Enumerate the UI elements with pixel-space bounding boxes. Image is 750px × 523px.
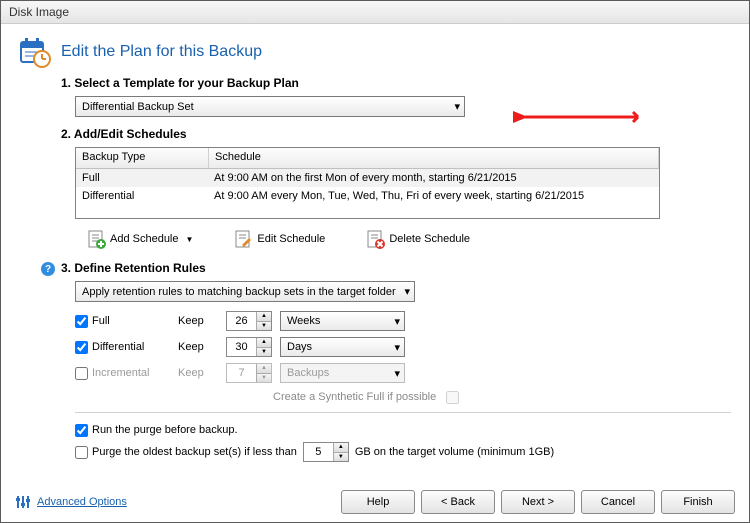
run-purge-checkbox[interactable]: Run the purge before backup. <box>75 424 238 437</box>
full-unit-dropdown[interactable]: Weeks▾ <box>280 311 405 331</box>
finish-button[interactable]: Finish <box>661 490 735 514</box>
divider <box>75 412 731 413</box>
keep-label: Keep <box>178 315 218 327</box>
full-value-spinner[interactable]: 26▲▼ <box>226 311 272 331</box>
titlebar: Disk Image <box>1 1 749 24</box>
dialog-window: Disk Image Edit the Plan for this Backup… <box>0 0 750 523</box>
retention-row-full: Full Keep 26▲▼ Weeks▾ <box>75 308 731 334</box>
schedule-edit-icon <box>233 229 253 249</box>
synthetic-full-row: Create a Synthetic Full if possible <box>273 386 731 408</box>
chevron-down-icon: ▾ <box>394 315 400 328</box>
content-area: Edit the Plan for this Backup 1. Select … <box>1 24 749 471</box>
chevron-down-icon: ▾ <box>454 100 460 113</box>
schedule-buttons: Add Schedule ▼ Edit Schedule Delete Sche… <box>61 229 731 249</box>
chevron-down-icon: ▾ <box>394 367 400 380</box>
retention-rule-value: Apply retention rules to matching backup… <box>82 286 396 298</box>
purge-oldest-checkbox[interactable]: Purge the oldest backup set(s) if less t… <box>75 446 297 459</box>
retention-grid: Full Keep 26▲▼ Weeks▾ Differential Keep … <box>75 308 731 408</box>
table-row[interactable]: Full At 9:00 AM on the first Mon of ever… <box>76 169 659 187</box>
window-title: Disk Image <box>9 5 69 19</box>
page-title: Edit the Plan for this Backup <box>61 43 262 61</box>
incremental-checkbox[interactable]: Incremental <box>75 367 170 380</box>
template-dropdown[interactable]: Differential Backup Set ▾ <box>75 96 465 117</box>
sliders-icon <box>15 494 31 510</box>
keep-label: Keep <box>178 341 218 353</box>
spin-down-icon: ▼ <box>257 374 271 383</box>
table-header: Backup Type Schedule <box>76 148 659 169</box>
synthetic-checkbox <box>446 391 459 404</box>
schedule-table: Backup Type Schedule Full At 9:00 AM on … <box>75 147 660 219</box>
section1-header: 1. Select a Template for your Backup Pla… <box>61 76 731 90</box>
differential-checkbox[interactable]: Differential <box>75 341 170 354</box>
section2-header: 2. Add/Edit Schedules <box>61 127 731 141</box>
incremental-unit-dropdown: Backups▾ <box>280 363 405 383</box>
chevron-down-icon: ▾ <box>394 341 400 354</box>
spin-down-icon[interactable]: ▼ <box>257 348 271 357</box>
col-schedule[interactable]: Schedule <box>209 148 659 168</box>
purge-gb-spinner[interactable]: 5▲▼ <box>303 442 349 462</box>
sections: 1. Select a Template for your Backup Pla… <box>19 76 731 463</box>
next-button[interactable]: Next > <box>501 490 575 514</box>
cell-schedule: At 9:00 AM every Mon, Tue, Wed, Thu, Fri… <box>208 189 659 203</box>
cancel-button[interactable]: Cancel <box>581 490 655 514</box>
delete-schedule-button[interactable]: Delete Schedule <box>365 229 470 249</box>
page-header: Edit the Plan for this Backup <box>19 36 731 68</box>
incremental-value-spinner: 7▲▼ <box>226 363 272 383</box>
retention-row-incremental: Incremental Keep 7▲▼ Backups▾ <box>75 360 731 386</box>
add-schedule-button[interactable]: Add Schedule ▼ <box>86 229 193 249</box>
section3-header: 3. Define Retention Rules <box>61 261 731 275</box>
back-button[interactable]: < Back <box>421 490 495 514</box>
help-icon[interactable]: ? <box>41 262 55 276</box>
cell-schedule: At 9:00 AM on the first Mon of every mon… <box>208 171 659 185</box>
retention-rule-dropdown[interactable]: Apply retention rules to matching backup… <box>75 281 415 302</box>
keep-label: Keep <box>178 367 218 379</box>
spin-up-icon: ▲ <box>257 364 271 374</box>
advanced-options-label: Advanced Options <box>37 496 127 508</box>
chevron-down-icon: ▾ <box>404 285 410 298</box>
calendar-clock-icon <box>19 36 51 68</box>
full-checkbox[interactable]: Full <box>75 315 170 328</box>
spin-down-icon[interactable]: ▼ <box>334 453 348 462</box>
chevron-down-icon: ▼ <box>186 235 194 244</box>
purge-suffix: GB on the target volume (minimum 1GB) <box>355 446 554 458</box>
differential-value-spinner[interactable]: 30▲▼ <box>226 337 272 357</box>
template-value: Differential Backup Set <box>82 101 194 113</box>
differential-unit-dropdown[interactable]: Days▾ <box>280 337 405 357</box>
spin-up-icon[interactable]: ▲ <box>257 338 271 348</box>
spin-up-icon[interactable]: ▲ <box>334 443 348 453</box>
synthetic-label: Create a Synthetic Full if possible <box>273 391 436 403</box>
advanced-options-link[interactable]: Advanced Options <box>15 494 127 510</box>
col-backup-type[interactable]: Backup Type <box>76 148 209 168</box>
schedule-delete-icon <box>365 229 385 249</box>
spin-up-icon[interactable]: ▲ <box>257 312 271 322</box>
cell-type: Full <box>76 171 208 185</box>
footer-buttons: Help < Back Next > Cancel Finish <box>341 490 735 514</box>
help-button[interactable]: Help <box>341 490 415 514</box>
retention-row-differential: Differential Keep 30▲▼ Days▾ <box>75 334 731 360</box>
delete-schedule-label: Delete Schedule <box>389 233 470 245</box>
add-schedule-label: Add Schedule <box>110 233 179 245</box>
purge-options: Run the purge before backup. Purge the o… <box>75 419 731 463</box>
schedule-add-icon <box>86 229 106 249</box>
edit-schedule-label: Edit Schedule <box>257 233 325 245</box>
edit-schedule-button[interactable]: Edit Schedule <box>233 229 325 249</box>
cell-type: Differential <box>76 189 208 203</box>
footer: Advanced Options Help < Back Next > Canc… <box>15 490 735 514</box>
spin-down-icon[interactable]: ▼ <box>257 322 271 331</box>
table-row[interactable]: Differential At 9:00 AM every Mon, Tue, … <box>76 187 659 205</box>
